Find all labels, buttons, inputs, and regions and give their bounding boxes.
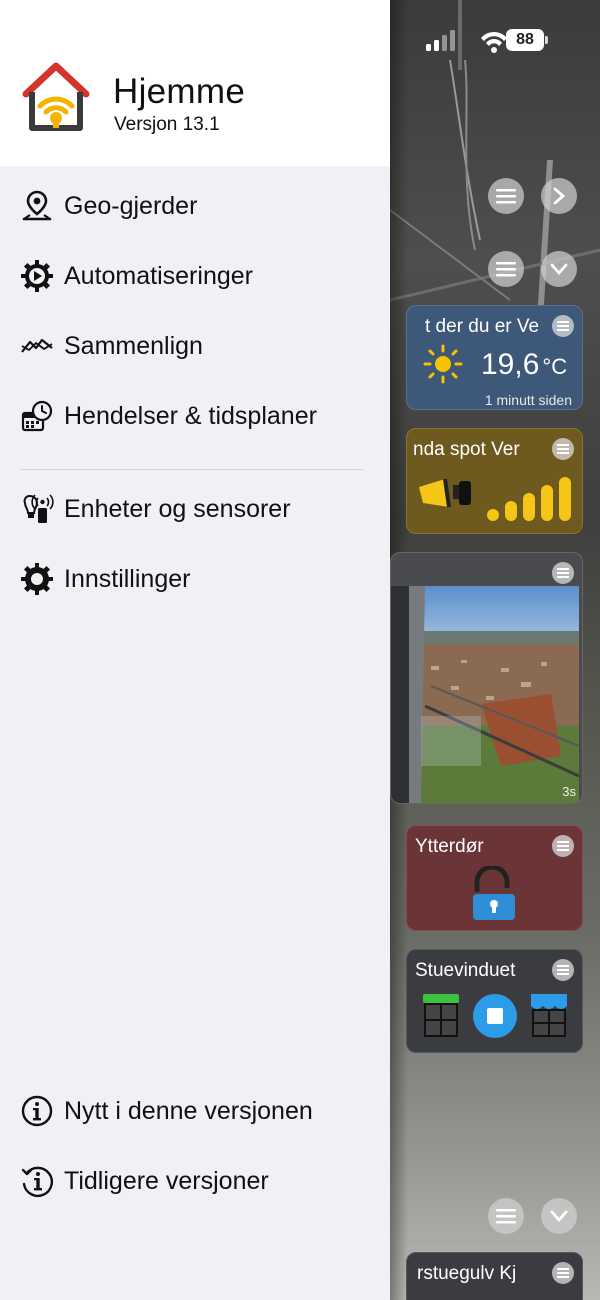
hamburger-icon	[496, 189, 516, 204]
last-updated: 1 minutt siden	[484, 392, 572, 408]
menu-divider	[20, 469, 363, 470]
compare-graph-icon	[19, 328, 55, 364]
collapse-button[interactable]	[541, 251, 577, 287]
tile-menu-icon[interactable]	[552, 1262, 574, 1284]
weather-tile[interactable]: t der du er Ve 19,6 °C 1 minutt siden	[406, 305, 583, 410]
calendar-clock-icon	[19, 398, 55, 434]
play-gear-icon	[19, 258, 55, 294]
navigation-drawer: Hjemme Versjon 13.1 Geo-gjerder Automati…	[0, 0, 390, 1300]
temperature-number: 19,6	[481, 348, 540, 381]
window-tile-title: Stuevinduet	[415, 960, 516, 981]
info-icon	[19, 1093, 55, 1129]
camera-tile[interactable]: 3s	[390, 552, 583, 804]
menu-label-automations: Automatiseringer	[64, 261, 253, 290]
floor-tile-title: rstuegulv Kj	[417, 1263, 517, 1284]
drawer-header: Hjemme Versjon 13.1	[0, 0, 390, 166]
history-info-icon	[19, 1163, 55, 1199]
unlocked-padlock-icon	[473, 866, 515, 920]
door-lock-tile[interactable]: Ytterdør	[406, 825, 583, 931]
sun-icon	[423, 344, 463, 384]
menu-label-previous-versions: Tidligere versjoner	[64, 1166, 269, 1195]
app-title: Hjemme	[113, 72, 246, 111]
door-tile-title: Ytterdør	[415, 836, 484, 857]
stop-icon	[487, 1008, 503, 1024]
menu-label-compare: Sammenlign	[64, 331, 203, 360]
spotlight-tile[interactable]: nda spot Ver	[406, 428, 583, 534]
forward-button[interactable]	[541, 178, 577, 214]
menu-item-whats-new[interactable]: Nytt i denne versjonen	[0, 1081, 390, 1141]
menu-label-settings: Innstillinger	[64, 564, 191, 593]
menu-button[interactable]	[488, 178, 524, 214]
menu-item-geo-fences[interactable]: Geo-gjerder	[0, 176, 390, 236]
chevron-down-icon	[550, 1210, 568, 1223]
location-pin-icon	[19, 188, 55, 224]
menu-item-previous-versions[interactable]: Tidligere versjoner	[0, 1151, 390, 1211]
spotlight-icon	[419, 478, 471, 508]
cellular-signal-icon	[426, 30, 455, 51]
menu-item-settings[interactable]: Innstillinger	[0, 549, 390, 609]
menu-item-devices-sensors[interactable]: Enheter og sensorer	[0, 479, 390, 539]
hamburger-icon	[496, 262, 516, 277]
section-menu-button-bottom[interactable]	[488, 1198, 524, 1234]
tile-menu-icon[interactable]	[552, 562, 574, 584]
wifi-icon	[481, 31, 507, 53]
awning-close-button[interactable]	[529, 992, 569, 1040]
temperature-unit: °C	[542, 354, 568, 379]
section-menu-button[interactable]	[488, 251, 524, 287]
camera-refresh-badge: 3s	[562, 784, 576, 799]
collapse-button-bottom[interactable]	[541, 1198, 577, 1234]
tile-menu-icon[interactable]	[552, 835, 574, 857]
tile-menu-icon[interactable]	[552, 315, 574, 337]
menu-item-automations[interactable]: Automatiseringer	[0, 246, 390, 306]
battery-indicator: 88	[506, 29, 548, 51]
awning-open-button[interactable]	[421, 992, 461, 1040]
stop-button[interactable]	[473, 994, 517, 1038]
app-version: Versjon 13.1	[114, 114, 220, 135]
devices-sensors-icon	[19, 491, 55, 527]
camera-snapshot	[391, 586, 579, 803]
weather-tile-title: t der du er Ve	[425, 316, 540, 337]
menu-label-devices-sensors: Enheter og sensorer	[64, 494, 291, 523]
app-logo-icon	[22, 62, 90, 131]
menu-item-events-schedules[interactable]: Hendelser & tidsplaner	[0, 386, 390, 446]
gear-icon	[19, 561, 55, 597]
menu-label-geo-fences: Geo-gjerder	[64, 191, 198, 220]
menu-label-whats-new: Nytt i denne versjonen	[64, 1096, 313, 1125]
spotlight-tile-title: nda spot Ver	[413, 439, 520, 460]
chevron-right-icon	[553, 187, 566, 205]
tile-menu-icon[interactable]	[552, 959, 574, 981]
floor-heating-tile[interactable]: rstuegulv Kj	[406, 1252, 583, 1300]
hamburger-icon	[496, 1209, 516, 1224]
tile-menu-icon[interactable]	[552, 438, 574, 460]
temperature-value: 19,6 °C	[481, 348, 567, 382]
chevron-down-icon	[550, 263, 568, 276]
window-tile[interactable]: Stuevinduet	[406, 949, 583, 1053]
brightness-level-icon	[487, 477, 571, 521]
menu-label-events-schedules: Hendelser & tidsplaner	[64, 401, 317, 430]
menu-item-compare[interactable]: Sammenlign	[0, 316, 390, 376]
